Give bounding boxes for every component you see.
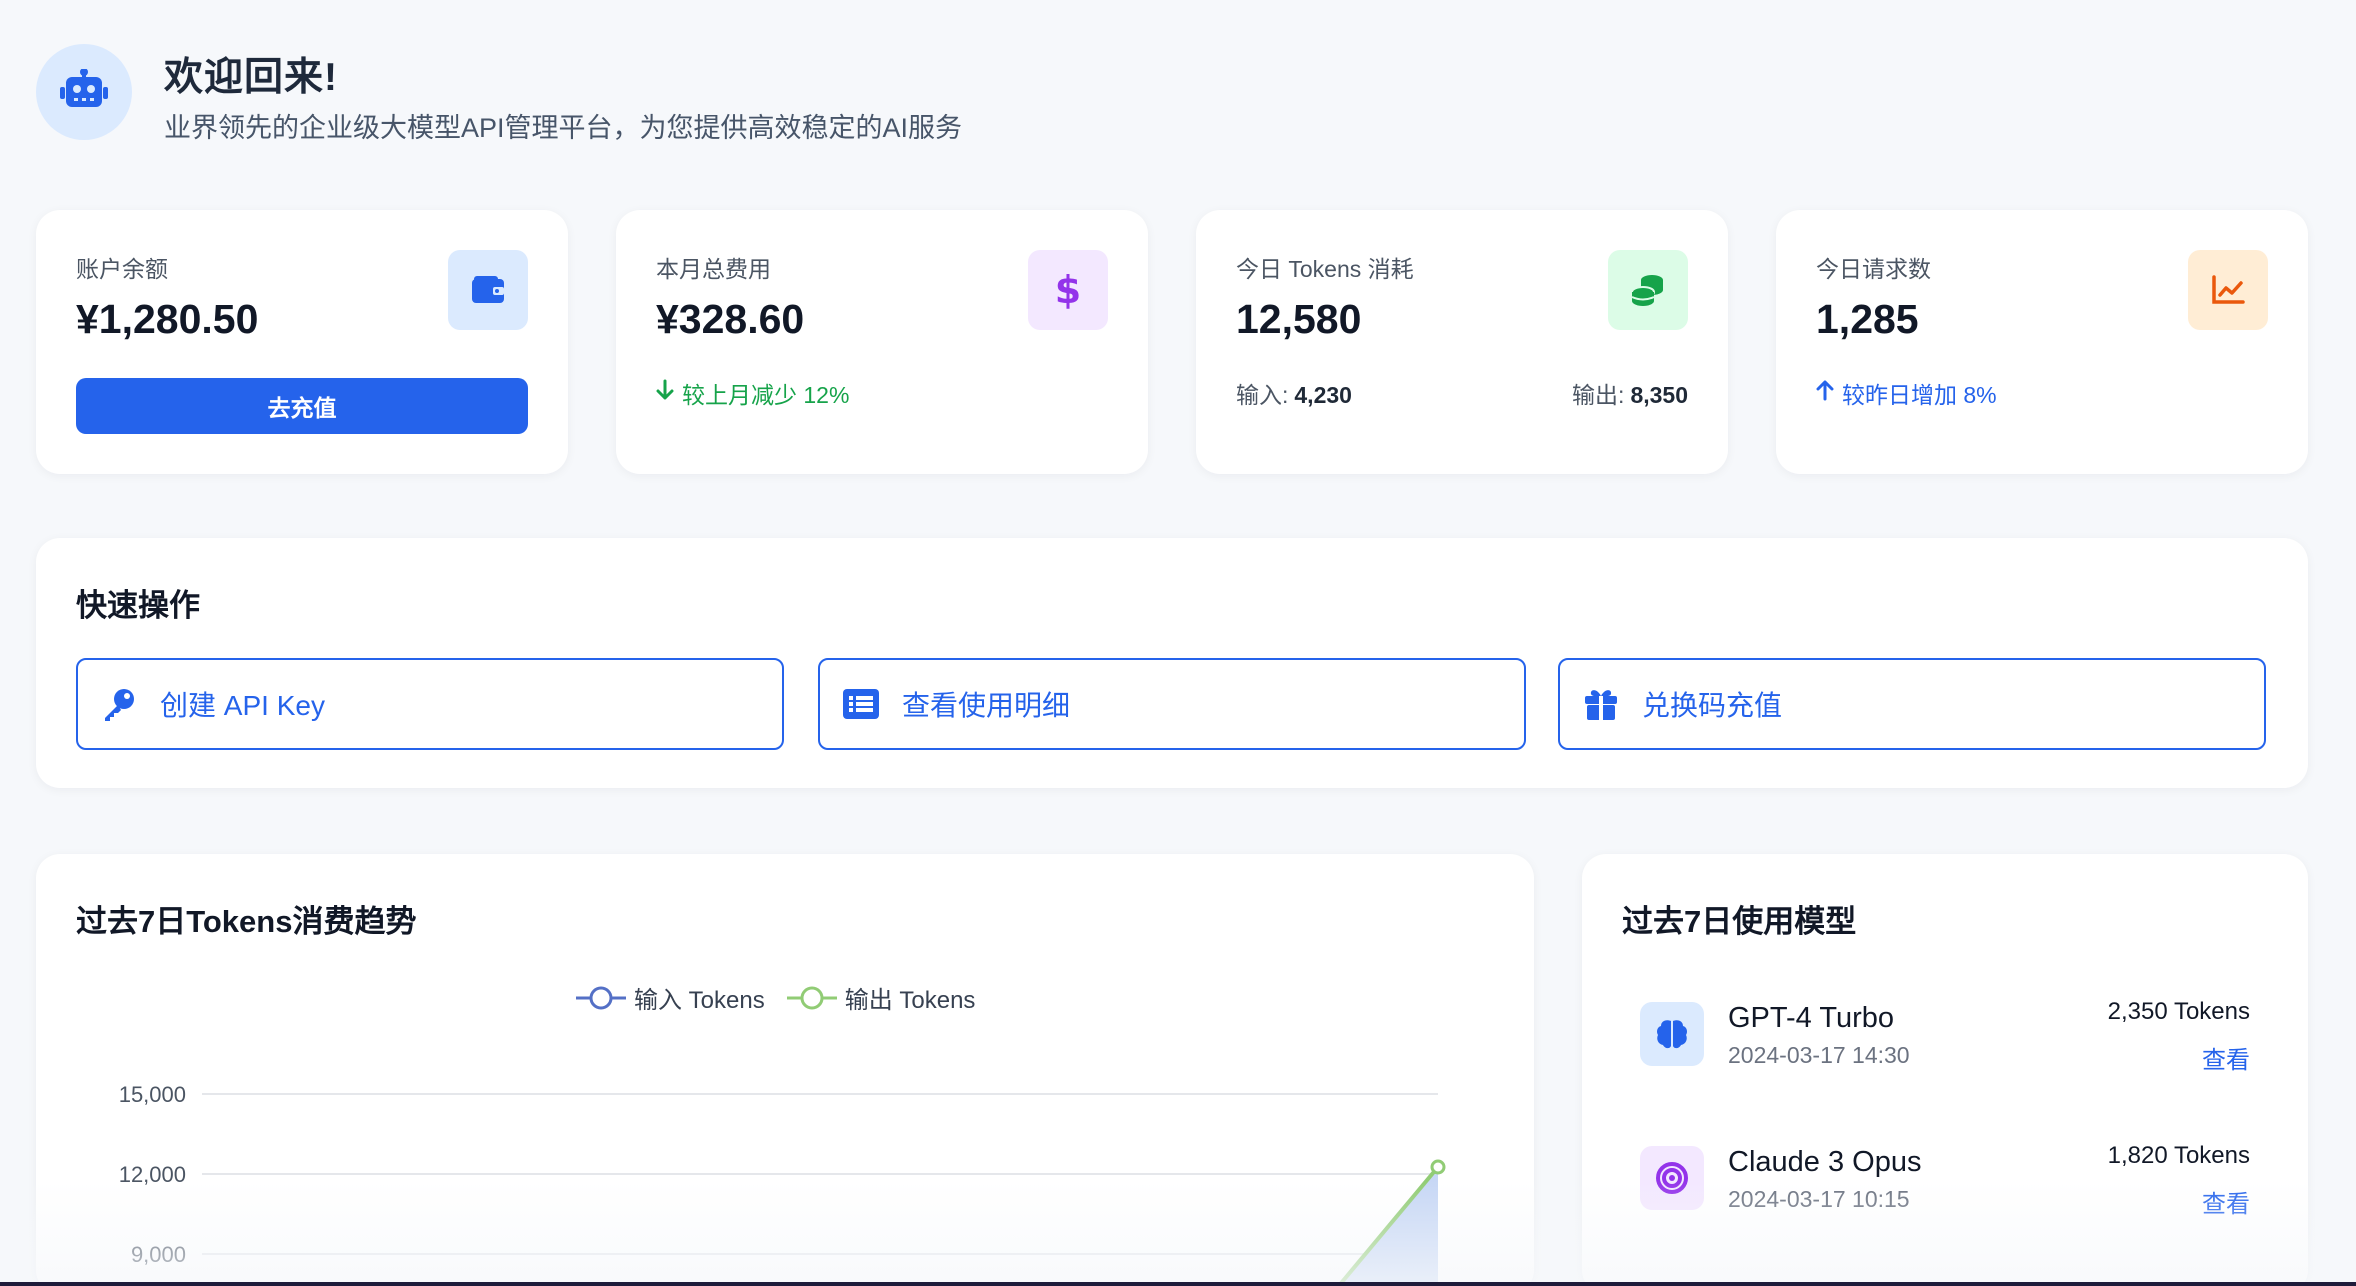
dollar-icon: $ [1028, 250, 1108, 330]
quick-actions-card: 快速操作 创建 API Key 查看使用明细 兑换码充值 [36, 538, 2308, 788]
recharge-button[interactable]: 去充值 [76, 378, 528, 434]
requests-today-value: 1,285 [1816, 296, 1919, 342]
legend-input-marker [576, 986, 626, 1009]
legend-input-tokens[interactable]: 输入 Tokens [576, 980, 765, 1015]
trend-chart-plot: 15,000 12,000 9,000 [119, 1082, 1446, 1286]
tokens-today-card: 今日 Tokens 消耗 12,580 输入: 4,230 输出: 8,350 [1196, 210, 1728, 474]
view-model-link[interactable]: 查看 [2202, 1184, 2250, 1219]
monthly-cost-trend-text: 较上月减少 12% [682, 382, 850, 408]
balance-card: 账户余额 ¥1,280.50 去充值 [36, 210, 568, 474]
window-bottom-edge [0, 1282, 2356, 1286]
tokens-today-value: 12,580 [1236, 296, 1362, 342]
token-trend-chart-card: 过去7日Tokens消费趋势 输入 Tokens 输出 Tokens 15,00… [36, 854, 1534, 1286]
legend-output-marker [786, 986, 837, 1009]
view-usage-details-button[interactable]: 查看使用明细 [818, 658, 1526, 750]
gift-icon [1582, 685, 1620, 723]
requests-trend-text: 较昨日增加 8% [1842, 382, 1997, 408]
models-title: 过去7日使用模型 [1622, 904, 1857, 939]
y-tick-12000: 12,000 [119, 1162, 186, 1187]
requests-today-label: 今日请求数 [1816, 256, 1931, 282]
brain-icon [1640, 1002, 1704, 1066]
target-icon [1640, 1146, 1704, 1210]
model-name: Claude 3 Opus [1728, 1146, 1922, 1178]
legend-input-label: 输入 Tokens [634, 987, 765, 1014]
model-time: 2024-03-17 10:15 [1728, 1186, 1910, 1212]
model-name: GPT-4 Turbo [1728, 1002, 1895, 1034]
chart-legend: 输入 Tokens 输出 Tokens [576, 980, 975, 1015]
page-subtitle: 业界领先的企业级大模型API管理平台，为您提供高效稳定的AI服务 [164, 113, 963, 143]
legend-output-label: 输出 Tokens [844, 987, 976, 1014]
model-time: 2024-03-17 14:30 [1728, 1042, 1910, 1068]
model-tokens: 1,820 Tokens [2107, 1142, 2250, 1169]
requests-today-card: 今日请求数 1,285 较昨日增加 8% [1776, 210, 2308, 474]
legend-output-tokens[interactable]: 输出 Tokens [786, 980, 976, 1015]
tokens-output: 输出: 8,350 [1572, 376, 1688, 410]
requests-trend: 较昨日增加 8% [1816, 376, 1997, 410]
model-tokens: 2,350 Tokens [2107, 998, 2250, 1025]
tokens-input-label: 输入: [1236, 382, 1289, 408]
chart-line-icon [2188, 250, 2268, 330]
view-model-link[interactable]: 查看 [2202, 1040, 2250, 1075]
monthly-cost-trend: 较上月减少 12% [656, 376, 849, 410]
model-row-claude-3-opus: Claude 3 Opus 2024-03-17 10:15 1,820 Tok… [1640, 1142, 2250, 1226]
coins-icon [1608, 250, 1688, 330]
monthly-cost-label: 本月总费用 [656, 256, 771, 282]
output-tokens-point [1430, 1159, 1446, 1175]
arrow-down-icon [656, 379, 674, 407]
view-usage-details-label: 查看使用明细 [902, 690, 1071, 721]
robot-icon [36, 44, 132, 140]
key-icon [100, 685, 138, 723]
create-api-key-label: 创建 API Key [160, 690, 325, 721]
wallet-icon [448, 250, 528, 330]
tokens-output-value: 8,350 [1630, 382, 1688, 408]
y-tick-15000: 15,000 [119, 1082, 186, 1107]
balance-value: ¥1,280.50 [76, 296, 259, 342]
tokens-input-value: 4,230 [1294, 382, 1352, 408]
recent-models-card: 过去7日使用模型 GPT-4 Turbo 2024-03-17 14:30 2,… [1582, 854, 2308, 1286]
monthly-cost-value: ¥328.60 [656, 296, 805, 342]
arrow-up-icon [1816, 379, 1834, 407]
monthly-cost-card: 本月总费用 ¥328.60 $ 较上月减少 12% [616, 210, 1148, 474]
list-icon [842, 685, 880, 723]
chart-title: 过去7日Tokens消费趋势 [76, 904, 417, 939]
tokens-input: 输入: 4,230 [1236, 376, 1352, 410]
tokens-output-label: 输出: [1572, 382, 1625, 408]
quick-actions-title: 快速操作 [76, 588, 200, 623]
balance-label: 账户余额 [76, 256, 168, 282]
model-row-gpt4-turbo: GPT-4 Turbo 2024-03-17 14:30 2,350 Token… [1640, 998, 2250, 1082]
tokens-today-label: 今日 Tokens 消耗 [1236, 256, 1414, 282]
redeem-code-button[interactable]: 兑换码充值 [1558, 658, 2266, 750]
page-title: 欢迎回来! [164, 56, 338, 99]
create-api-key-button[interactable]: 创建 API Key [76, 658, 784, 750]
redeem-code-label: 兑换码充值 [1642, 690, 1783, 721]
y-tick-9000: 9,000 [131, 1242, 186, 1267]
welcome-header: 欢迎回来! 业界领先的企业级大模型API管理平台，为您提供高效稳定的AI服务 [36, 44, 2236, 144]
